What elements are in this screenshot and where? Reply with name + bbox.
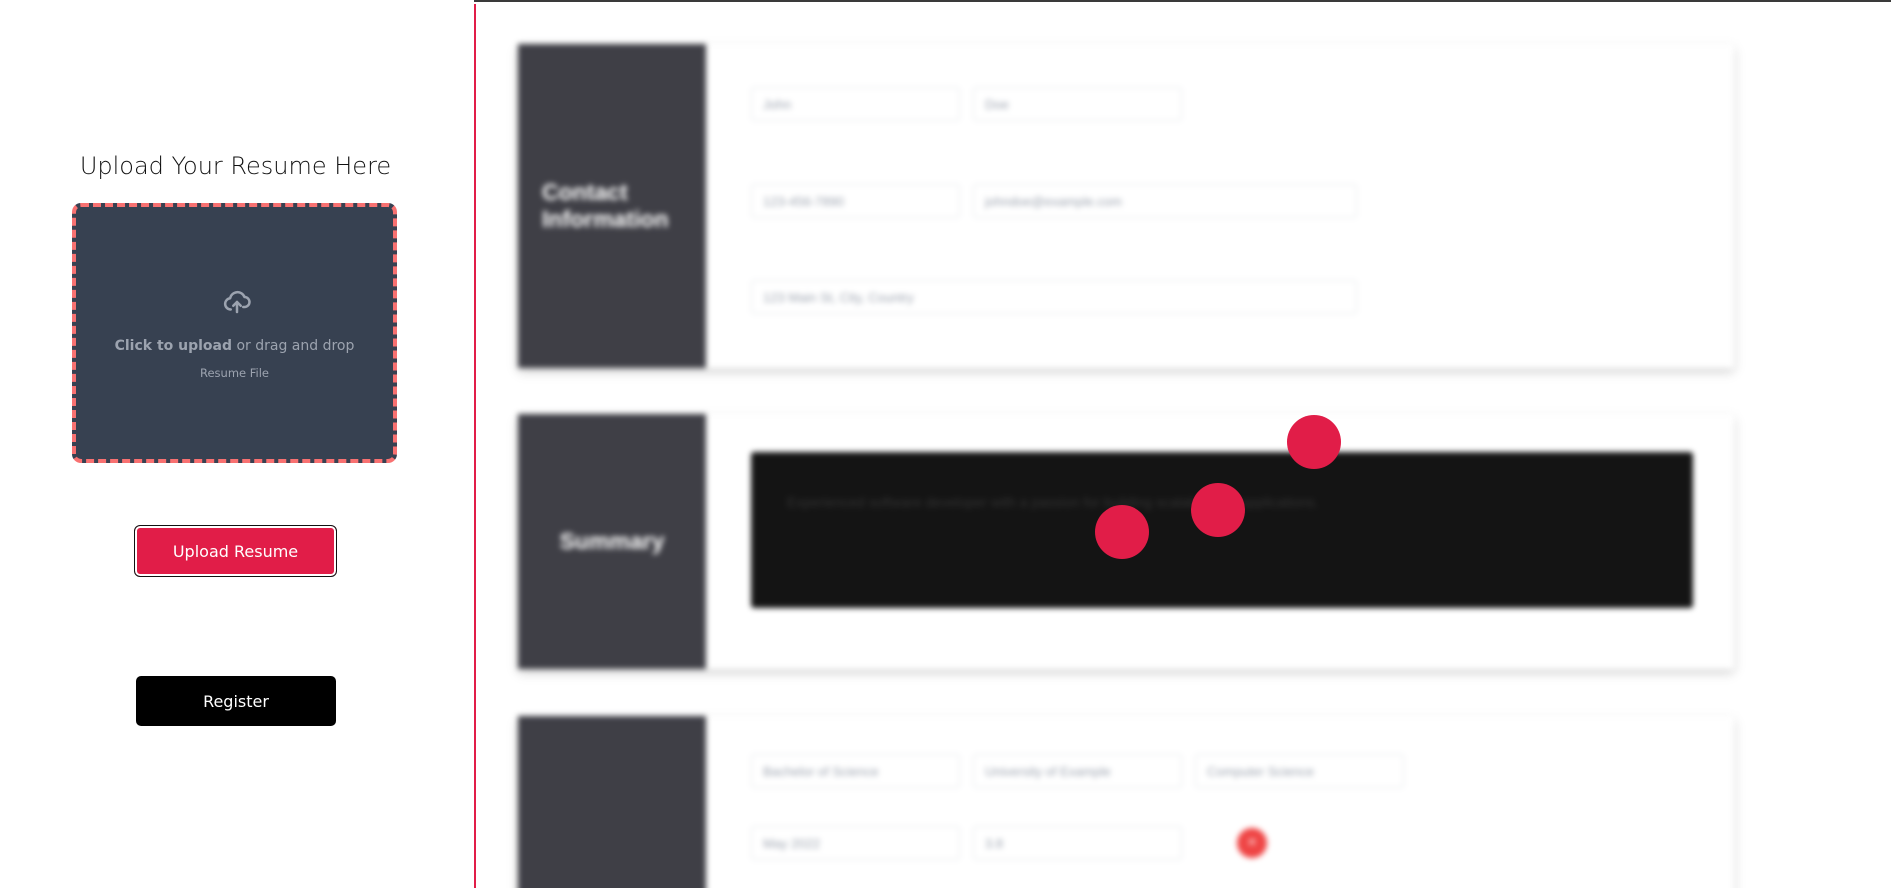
upload-resume-button[interactable]: Upload Resume bbox=[134, 525, 337, 577]
resume-preview: Contact Information John Doe 123-456-789… bbox=[476, 4, 1891, 888]
graduation-date-field[interactable]: May 2022 bbox=[751, 826, 960, 860]
education-section: Bachelor of Science University of Exampl… bbox=[518, 716, 1734, 888]
education-heading bbox=[518, 716, 706, 888]
address-field[interactable]: 123 Main St, City, Country bbox=[751, 280, 1357, 314]
file-type-hint: Resume File bbox=[199, 366, 269, 380]
resume-dropzone[interactable]: Click to upload or drag and drop Resume … bbox=[72, 203, 397, 463]
click-to-upload-text[interactable]: Click to upload bbox=[115, 338, 232, 354]
degree-field[interactable]: Bachelor of Science bbox=[751, 754, 960, 788]
contact-section: Contact Information John Doe 123-456-789… bbox=[518, 44, 1734, 368]
register-button[interactable]: Register bbox=[136, 676, 336, 726]
upload-title: Upload Your Resume Here bbox=[79, 152, 392, 180]
institution-field[interactable]: University of Example bbox=[973, 754, 1182, 788]
gpa-field[interactable]: 3.8 bbox=[973, 826, 1182, 860]
remove-education-button[interactable]: × bbox=[1237, 828, 1267, 858]
cloud-upload-icon bbox=[223, 290, 251, 314]
last-name-field[interactable]: Doe bbox=[973, 87, 1182, 121]
loading-dot-3 bbox=[1095, 505, 1149, 559]
first-name-field[interactable]: John bbox=[751, 87, 960, 121]
summary-heading: Summary bbox=[518, 414, 706, 669]
phone-field[interactable]: 123-456-7890 bbox=[751, 184, 960, 218]
email-field[interactable]: johndoe@example.com bbox=[973, 184, 1357, 218]
contact-heading: Contact Information bbox=[518, 44, 706, 368]
loading-dot-1 bbox=[1287, 415, 1341, 469]
field-of-study-field[interactable]: Computer Science bbox=[1195, 754, 1404, 788]
upload-panel: Upload Your Resume Here Click to upload … bbox=[0, 0, 474, 888]
loading-dot-2 bbox=[1191, 483, 1245, 537]
drag-drop-text: or drag and drop bbox=[232, 338, 355, 354]
blurred-preview-content: Contact Information John Doe 123-456-789… bbox=[476, 4, 1891, 888]
dropzone-instructions: Click to upload or drag and drop bbox=[76, 338, 393, 354]
